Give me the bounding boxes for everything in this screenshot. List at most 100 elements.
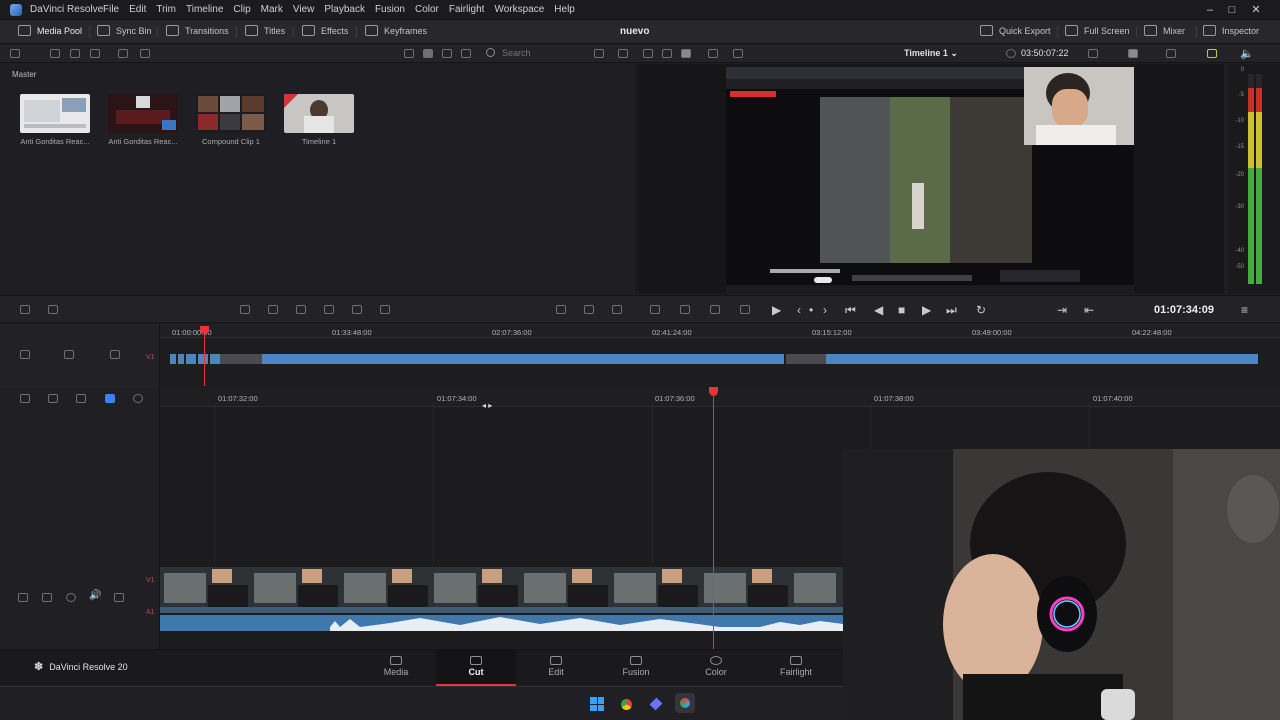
menu-color[interactable]: Color <box>415 4 439 15</box>
microphone-icon[interactable] <box>680 305 690 314</box>
menu-fusion[interactable]: Fusion <box>375 4 405 15</box>
close-icon[interactable]: ✕ <box>1249 3 1263 17</box>
timeline-clip[interactable] <box>826 354 1258 364</box>
smart-insert-icon[interactable] <box>240 305 250 314</box>
playhead-dot-icon[interactable]: • <box>809 303 813 317</box>
overview-timeline[interactable]: V1 01:00:00:00 01:33:48:00 02:07:36:00 0… <box>0 324 1280 388</box>
compound-clip[interactable] <box>786 354 826 364</box>
sync-bin-button[interactable]: Sync Bin <box>97 25 152 36</box>
menu-playback[interactable]: Playback <box>324 4 365 15</box>
relink-icon[interactable] <box>118 49 128 58</box>
keyframes-button[interactable]: Keyframes <box>365 25 427 36</box>
search-box[interactable] <box>486 47 586 60</box>
menu-mark[interactable]: Mark <box>261 4 283 15</box>
menu-file[interactable]: File <box>103 4 119 15</box>
menu-help[interactable]: Help <box>554 4 575 15</box>
video-track-icon[interactable] <box>110 350 120 359</box>
quick-export-button[interactable]: Quick Export <box>980 25 1051 36</box>
previous-frame-icon[interactable]: ‹ <box>797 303 801 317</box>
overview-playhead[interactable] <box>204 326 205 386</box>
speaker-icon[interactable]: 🔈 <box>1240 47 1254 60</box>
unlink-icon[interactable] <box>140 49 150 58</box>
chrome-icon[interactable] <box>619 697 634 712</box>
windows-start-icon[interactable] <box>590 697 604 711</box>
loop-icon[interactable]: ↻ <box>976 303 986 317</box>
pin-icon[interactable] <box>733 49 743 58</box>
scissors-icon[interactable] <box>76 394 86 403</box>
timeline-clip[interactable] <box>262 354 784 364</box>
list-view-icon[interactable] <box>461 49 471 58</box>
full-screen-button[interactable]: Full Screen <box>1065 25 1130 36</box>
go-to-end-icon[interactable]: ⏭ <box>946 303 957 318</box>
titles-button[interactable]: Titles <box>245 25 285 36</box>
media-clip[interactable]: Anti Gorditas Reac... <box>108 94 178 146</box>
panel-toggle-icon[interactable] <box>10 49 20 58</box>
menu-timeline[interactable]: Timeline <box>186 4 223 15</box>
flag-icon[interactable] <box>133 394 143 403</box>
timeline-clip[interactable] <box>170 354 220 364</box>
compound-clip[interactable] <box>220 354 262 364</box>
media-clip[interactable]: Compound Clip 1 <box>196 94 266 146</box>
media-clip[interactable]: Anti Gorditas Reac... <box>20 94 90 146</box>
headphones-icon[interactable] <box>66 593 76 602</box>
snapping-icon[interactable] <box>48 305 58 314</box>
transitions-button[interactable]: Transitions <box>166 25 229 36</box>
output-icon[interactable] <box>1128 49 1138 58</box>
tab-edit[interactable]: Edit <box>516 650 596 686</box>
source-clip-icon[interactable] <box>643 49 653 58</box>
tools-icon[interactable] <box>650 305 660 314</box>
next-frame-icon[interactable]: › <box>823 303 827 317</box>
timeline-options-icon[interactable] <box>20 305 30 314</box>
grid-view-icon[interactable] <box>423 49 433 58</box>
bin-label[interactable]: Master <box>12 70 36 79</box>
menu-fairlight[interactable]: Fairlight <box>449 4 485 15</box>
sort-icon[interactable] <box>594 49 604 58</box>
cloud-icon[interactable] <box>90 49 100 58</box>
timeline-view-icon[interactable] <box>681 49 691 58</box>
search-input[interactable] <box>502 47 582 59</box>
mark-out-icon[interactable]: ⇤ <box>1084 303 1094 317</box>
audio-icon[interactable] <box>556 305 566 314</box>
menu-edit[interactable]: Edit <box>129 4 146 15</box>
auto-track-icon[interactable] <box>42 593 52 602</box>
video-clip-strip[interactable] <box>160 567 843 613</box>
zoom-icon[interactable] <box>1166 49 1176 58</box>
new-bin-icon[interactable] <box>50 49 60 58</box>
audio-clip[interactable] <box>160 615 843 631</box>
camera-icon[interactable] <box>710 305 720 314</box>
overview-ruler[interactable] <box>160 324 1280 338</box>
detail-playhead-handle[interactable] <box>709 387 718 396</box>
stop-icon[interactable]: ■ <box>898 303 905 317</box>
refresh-icon[interactable] <box>618 49 628 58</box>
place-on-top-icon[interactable] <box>352 305 362 314</box>
speed-icon[interactable] <box>740 305 750 314</box>
media-pool-button[interactable]: Media Pool <box>18 25 82 36</box>
menu-view[interactable]: View <box>293 4 315 15</box>
tab-color[interactable]: Color <box>676 650 756 686</box>
tab-media[interactable]: Media <box>356 650 436 686</box>
viewer-size-icon[interactable] <box>1088 49 1098 58</box>
thumbnail-view-icon[interactable] <box>442 49 452 58</box>
effects-button[interactable]: Effects <box>302 25 348 36</box>
sync-icon[interactable] <box>1207 49 1217 58</box>
source-tape-icon[interactable] <box>662 49 672 58</box>
track-options-icon[interactable] <box>20 350 30 359</box>
append-icon[interactable] <box>268 305 278 314</box>
inspector-button[interactable]: Inspector <box>1203 25 1259 36</box>
track-height-icon[interactable] <box>20 394 30 403</box>
viewer-panel[interactable] <box>638 64 1224 294</box>
mark-in-icon[interactable]: ⇥ <box>1057 303 1067 317</box>
play-around-icon[interactable]: ▶ <box>772 303 781 317</box>
overview-playhead-handle[interactable] <box>200 326 209 334</box>
strip-view-icon[interactable] <box>404 49 414 58</box>
menu-trim[interactable]: Trim <box>156 4 176 15</box>
tab-fairlight[interactable]: Fairlight <box>756 650 836 686</box>
import-icon[interactable] <box>70 49 80 58</box>
track-display-icon[interactable] <box>114 593 124 602</box>
marker-icon[interactable] <box>105 394 115 403</box>
ripple-overwrite-icon[interactable] <box>296 305 306 314</box>
lock-track-icon[interactable] <box>18 593 28 602</box>
audio-track-icon[interactable] <box>64 350 74 359</box>
app-icon[interactable] <box>649 697 663 711</box>
options-menu-icon[interactable]: ≡ <box>1241 303 1248 317</box>
